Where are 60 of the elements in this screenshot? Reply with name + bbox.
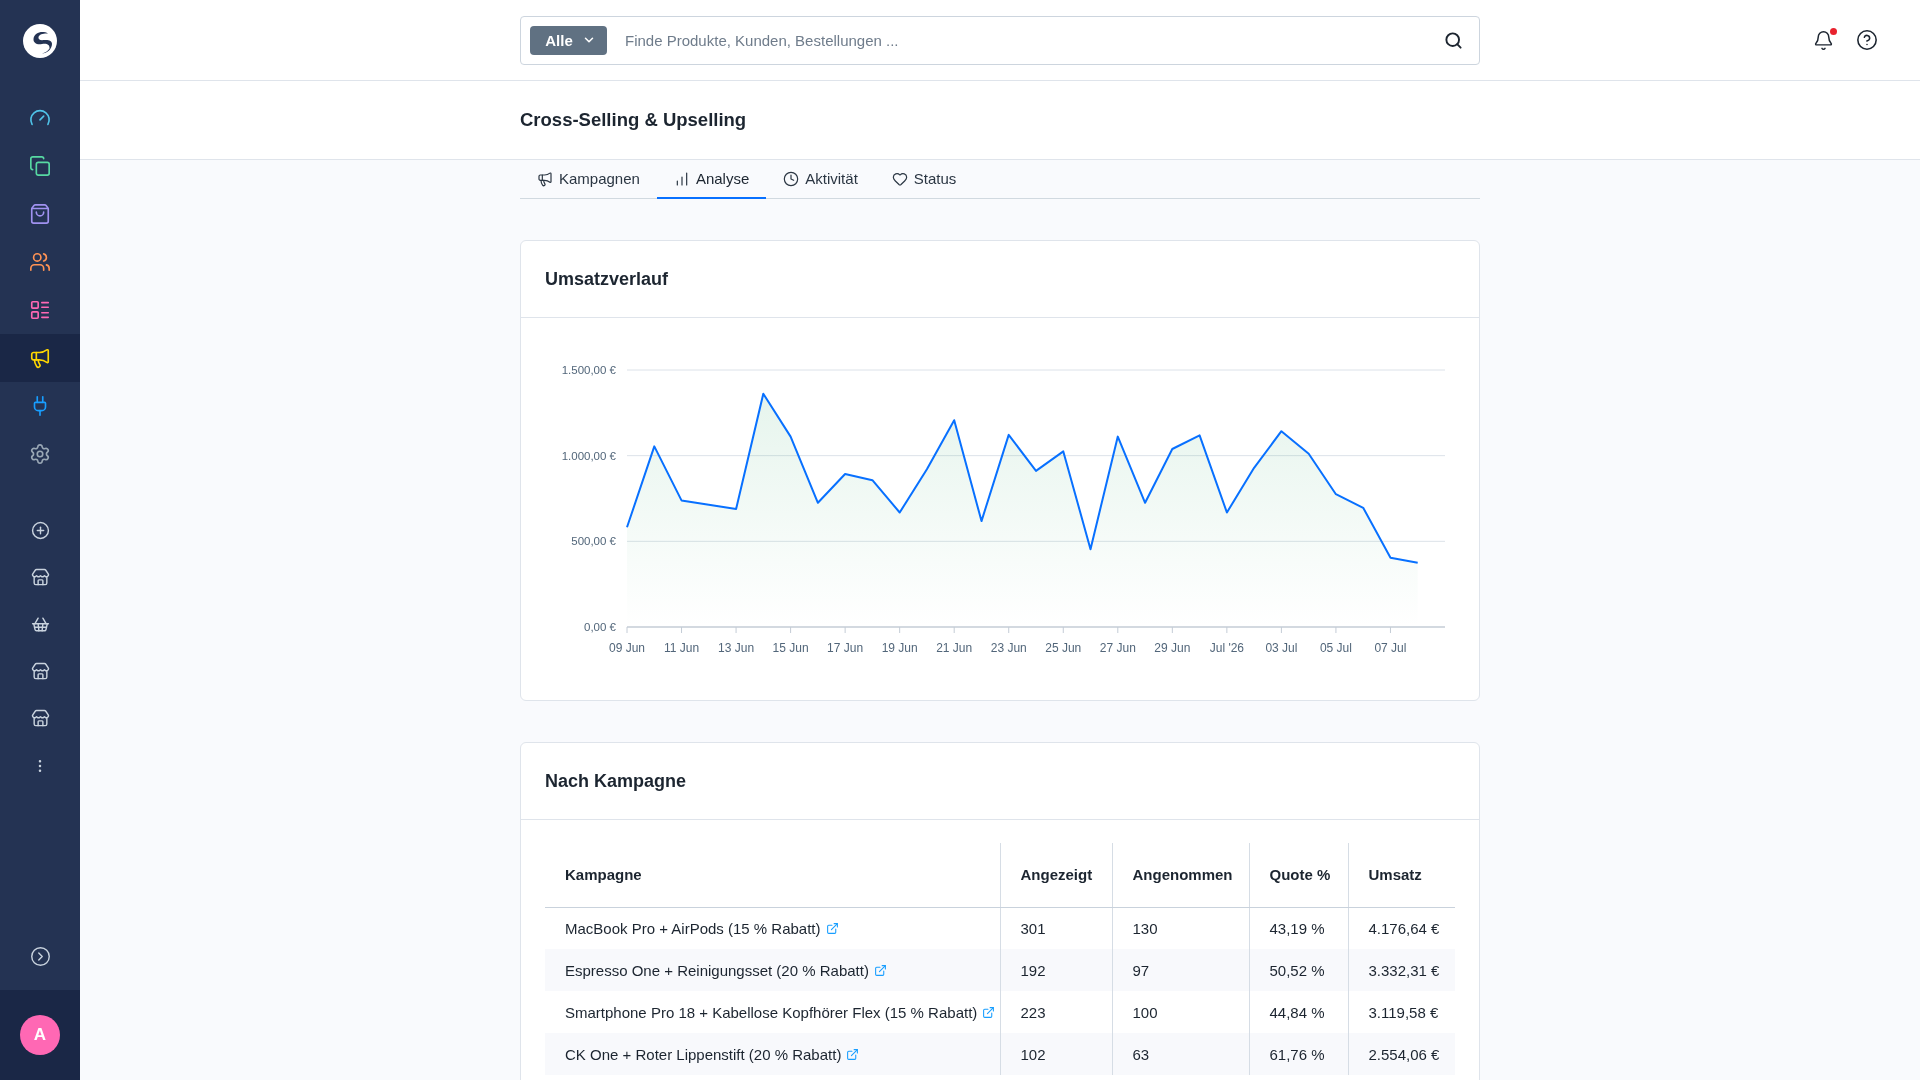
column-header: Kampagne xyxy=(545,843,1000,907)
axis-label: 27 Jun xyxy=(1099,641,1136,655)
tab[interactable]: Kampagnen xyxy=(520,160,657,199)
expand-icon[interactable] xyxy=(29,945,51,967)
axis-label: 25 Jun xyxy=(1045,641,1082,655)
tab[interactable]: Analyse xyxy=(656,160,767,199)
table-cell: 61,76 % xyxy=(1249,1033,1348,1075)
external-link-icon[interactable] xyxy=(846,1047,860,1061)
tab[interactable]: Aktivität xyxy=(766,160,875,199)
column-header: Angenommen xyxy=(1112,843,1249,907)
axis-label: 05 Jul xyxy=(1319,641,1352,655)
store-icon xyxy=(30,709,50,728)
column-header: Quote % xyxy=(1249,843,1348,907)
table-cell: 102 xyxy=(1000,1033,1112,1075)
basket-icon xyxy=(30,615,50,634)
axis-label: 11 Jun xyxy=(663,641,700,655)
nav-item[interactable] xyxy=(0,334,80,382)
search-bar[interactable]: Alle Finde Produkte, Kunden, Bestellungen ... xyxy=(520,15,1480,65)
table-cell: 2.554,06 € xyxy=(1348,1033,1455,1075)
column-header: Umsatz xyxy=(1348,843,1455,907)
axis-label: 0,00 € xyxy=(584,621,616,633)
megaphone-icon xyxy=(537,170,553,187)
search-input[interactable]: Finde Produkte, Kunden, Bestellungen ... xyxy=(623,16,1444,64)
card-title: Nach Kampagne xyxy=(545,770,687,792)
external-link-icon[interactable] xyxy=(873,963,887,977)
axis-label: 15 Jun xyxy=(772,641,809,655)
store-icon xyxy=(30,662,50,681)
column-header: Angezeigt xyxy=(1000,843,1112,907)
help-icon[interactable] xyxy=(1856,29,1878,51)
axis-label: 09 Jun xyxy=(609,641,645,655)
tab[interactable]: Status xyxy=(874,160,974,199)
scope-dropdown[interactable]: Alle xyxy=(530,25,607,55)
store-icon xyxy=(30,568,50,587)
axis-label: 23 Jun xyxy=(990,641,1027,655)
campaign-name: Smartphone Pro 18 + Kabellose Kopfhörer Flex (15 % Rabatt) xyxy=(565,1003,978,1021)
external-link-icon[interactable] xyxy=(982,1005,996,1019)
axis-label: 17 Jun xyxy=(827,641,864,655)
page-title: Cross-Selling & Upselling xyxy=(520,109,747,131)
search-icon[interactable] xyxy=(1444,30,1463,50)
axis-label: 19 Jun xyxy=(881,641,918,655)
axis-label: 1.500,00 € xyxy=(561,364,616,376)
axis-label: 03 Jul xyxy=(1265,641,1298,655)
table-cell: 63 xyxy=(1112,1033,1249,1075)
card-title: Umsatzverlauf xyxy=(545,268,669,290)
clock-icon xyxy=(783,170,800,187)
axis-label: 13 Jun xyxy=(718,641,755,655)
external-link-icon[interactable] xyxy=(825,921,839,935)
campaign-name: CK One + Roter Lippenstift (20 % Rabatt) xyxy=(565,1045,842,1063)
heart-icon xyxy=(891,170,908,187)
axis-label: 1.000,00 € xyxy=(561,449,616,462)
axis-label: Jul '26 xyxy=(1209,641,1244,655)
app-logo[interactable] xyxy=(23,23,57,58)
axis-label: 500,00 € xyxy=(571,535,616,548)
axis-label: 29 Jun xyxy=(1154,641,1191,655)
campaign-name: Espresso One + Reinigungsset (20 % Rabatt) xyxy=(565,961,869,979)
bell-icon[interactable] xyxy=(1813,29,1834,51)
axis-label: 21 Jun xyxy=(936,641,973,655)
plus-circle-icon xyxy=(30,521,50,540)
campaign-name: MacBook Pro + AirPods (15 % Rabatt) xyxy=(565,919,821,937)
axis-label: 07 Jul xyxy=(1374,641,1407,655)
